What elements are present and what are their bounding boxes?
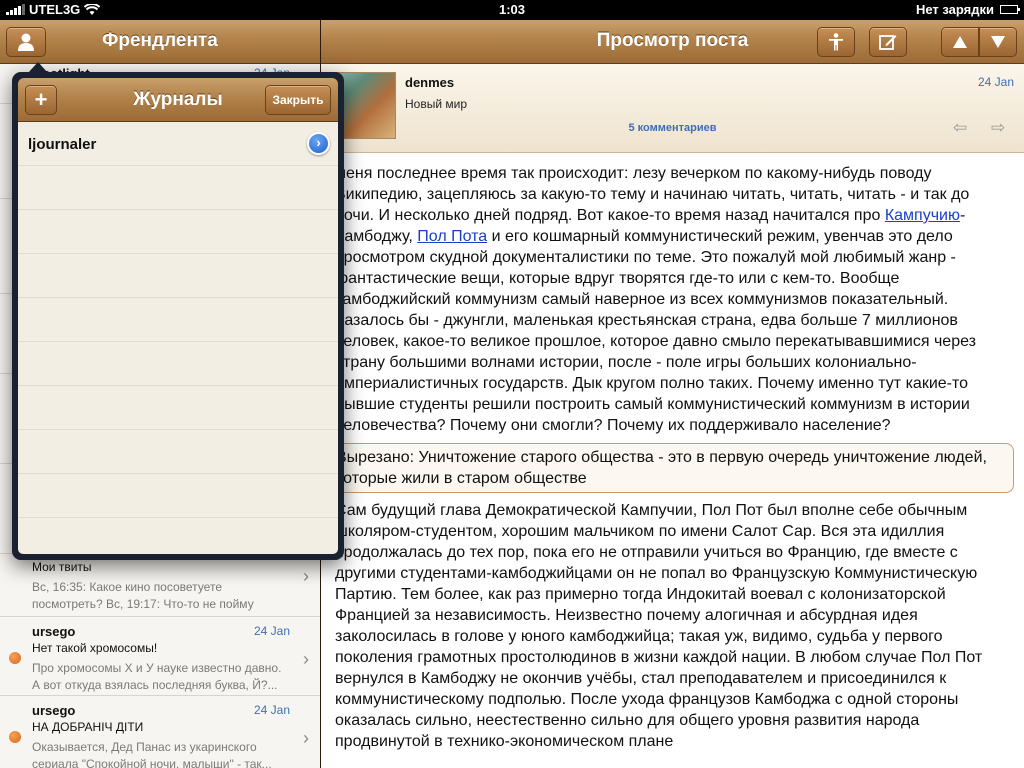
previous-post-button[interactable] (941, 27, 979, 57)
row-author: ursego (32, 703, 76, 718)
close-button[interactable]: Закрыть (265, 85, 331, 115)
post-date: 24 Jan (977, 75, 1014, 89)
empty-row (18, 210, 338, 254)
post-view-navbar: Просмотр поста (321, 20, 1024, 64)
clock: 1:03 (498, 2, 526, 17)
post-view-pane: Просмотр поста denmes Новый мир 24 Jan 5… (321, 20, 1024, 768)
unread-indicator (9, 731, 21, 743)
row-title: Мои твиты (32, 560, 92, 574)
list-item-ursego-2[interactable]: ursego 24 Jan НА ДОБРАНІЧ ДІТИ Оказывает… (0, 696, 320, 768)
empty-row (18, 254, 338, 298)
compose-button[interactable] (869, 27, 907, 57)
post-body: меня последнее время так происходит: лез… (321, 154, 1024, 768)
post-author[interactable]: denmes (405, 75, 454, 90)
reply-icon[interactable]: ⇦ (953, 118, 967, 138)
empty-row (18, 298, 338, 342)
down-arrow-icon (991, 36, 1005, 48)
row-date: 24 Jan (253, 703, 290, 717)
empty-row (18, 430, 338, 474)
battery-status: Нет зарядки (915, 2, 994, 17)
post-header: denmes Новый мир 24 Jan 5 комментариев ⇦… (321, 64, 1024, 153)
row-title: НА ДОБРАНІЧ ДІТИ (32, 720, 144, 734)
unread-indicator (9, 652, 21, 664)
add-journal-button[interactable]: + (25, 85, 57, 115)
empty-row (18, 166, 338, 210)
chevron-right-icon: › (303, 566, 309, 586)
lj-cut[interactable]: Вырезано: Уничтожение старого общества -… (325, 443, 1014, 493)
journals-list: ljournaler › (18, 122, 338, 554)
status-bar: UTEL3G 1:03 Нет зарядки (0, 0, 1024, 20)
next-post-button[interactable] (979, 27, 1017, 57)
row-date: 24 Jan (253, 624, 290, 638)
post-text: меня последнее время так происходит: лез… (335, 165, 970, 224)
person-icon (18, 33, 34, 51)
disclosure-icon[interactable]: › (307, 132, 330, 155)
journal-item[interactable]: ljournaler › (18, 122, 338, 166)
post-subject: Новый мир (405, 97, 468, 111)
chevron-right-icon: › (303, 649, 309, 669)
post-text: и его кошмарный коммунистический режим, … (335, 228, 976, 434)
journal-item-label: ljournaler (28, 136, 97, 153)
post-view-title: Просмотр поста (596, 30, 749, 51)
user-info-button[interactable] (817, 27, 855, 57)
journals-popover: Журналы + Закрыть ljournaler › (12, 62, 344, 560)
row-title: Нет такой хромосомы! (32, 641, 158, 655)
battery-icon (1000, 5, 1020, 14)
row-author: ursego (32, 624, 76, 639)
accessibility-icon (829, 33, 843, 51)
comments-link[interactable]: 5 комментариев (321, 122, 1024, 134)
post-paragraph: Сам будущий глава Демократической Кампуч… (335, 502, 983, 750)
empty-row (18, 386, 338, 430)
list-item-ursego-1[interactable]: ursego 24 Jan Нет такой хромосомы! Про х… (0, 617, 320, 696)
link-kampuchea[interactable]: Кампучию (885, 207, 960, 224)
popover-arrow (28, 62, 48, 73)
friends-feed-navbar: Френдлента (0, 20, 320, 64)
link-pol-pot[interactable]: Пол Пота (417, 228, 487, 245)
compose-icon (879, 35, 897, 50)
row-preview: Оказывается, Дед Панас из укаринского се… (32, 740, 272, 768)
chevron-right-icon: › (303, 728, 309, 748)
post-paragraph: меня последнее время так происходит: лез… (335, 163, 1006, 436)
list-item-my-tweets[interactable]: Мои твиты Вс, 16:35: Какое кино посовету… (0, 554, 320, 628)
friends-feed-title: Френдлента (102, 30, 218, 51)
popover-navbar: Журналы + Закрыть (18, 78, 338, 122)
empty-row (18, 474, 338, 518)
up-arrow-icon (953, 36, 967, 48)
row-preview: Про хромосомы X и У науке известно давно… (32, 661, 282, 692)
empty-row (18, 342, 338, 386)
forward-icon[interactable]: ⇨ (991, 118, 1005, 138)
profile-button[interactable] (6, 27, 46, 57)
